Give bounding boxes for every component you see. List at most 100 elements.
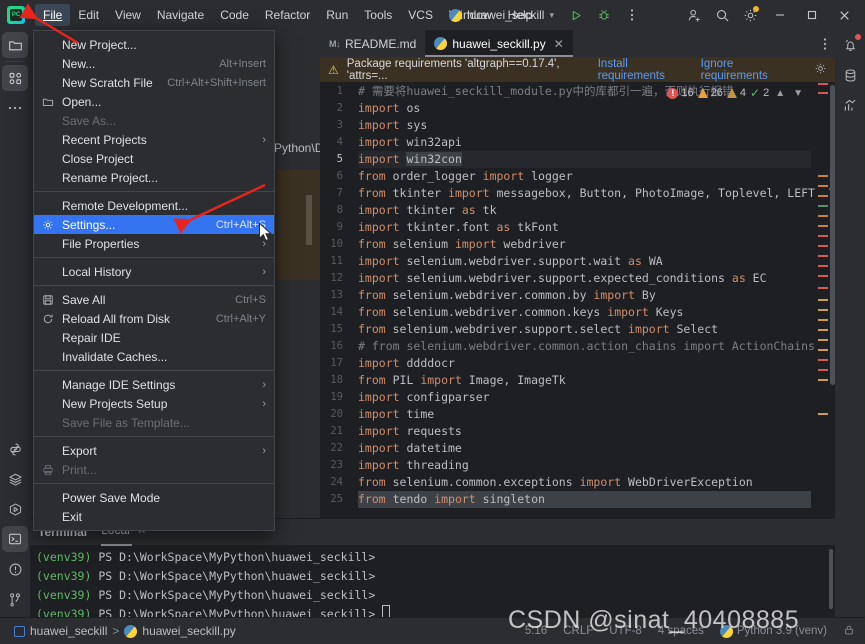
editor-tabs-more-icon[interactable] [815,30,835,57]
project-selector[interactable]: huawei_seckill ▾ [442,5,561,25]
menu-vcs[interactable]: VCS [400,4,441,26]
menu-file[interactable]: File [35,4,71,26]
sidebar-item-terminal[interactable] [2,526,28,552]
file-menu-item-rename-project[interactable]: Rename Project... [34,168,274,187]
maximize-icon[interactable] [797,0,827,30]
file-menu-item-remote-development[interactable]: Remote Development... [34,196,274,215]
problems-icon[interactable] [0,554,30,584]
error-stripe-mark[interactable] [818,92,828,94]
chevron-down-icon[interactable]: ▼ [791,88,805,99]
terminal-output[interactable]: (venv39) PS D:\WorkSpace\MyPython\huawei… [30,545,835,624]
file-menu-item-reload-all-from-disk[interactable]: Reload All from Disk Ctrl+Alt+Y [34,309,274,328]
file-menu-item-power-save-mode[interactable]: Power Save Mode [34,488,274,507]
menu-run[interactable]: Run [318,4,356,26]
error-stripe-mark[interactable] [818,379,828,381]
database-layers-icon[interactable] [0,464,30,494]
error-stripe-mark[interactable] [818,215,828,217]
error-stripe-mark[interactable] [818,413,828,415]
code-line[interactable]: import datetime [358,440,811,457]
code-line[interactable]: import win32api [358,134,811,151]
error-stripe-mark[interactable] [818,319,828,321]
file-menu-item-open[interactable]: Open... [34,92,274,111]
error-stripe-mark[interactable] [818,287,828,289]
tab-huawei-seckill-py[interactable]: huawei_seckill.py ✕ [425,30,574,57]
code-line[interactable]: import tkinter as tk [358,202,811,219]
search-icon[interactable] [709,2,735,28]
error-stripe-mark[interactable] [818,265,828,267]
code-line[interactable]: import threading [358,457,811,474]
error-stripe-mark[interactable] [818,225,828,227]
lock-icon[interactable] [843,624,855,639]
file-encoding[interactable]: UTF-8 [609,625,642,637]
error-stripe-mark[interactable] [818,205,828,207]
error-stripe-mark[interactable] [818,275,828,277]
error-stripe-mark[interactable] [818,195,828,197]
file-menu-item-new-project[interactable]: New Project... [34,35,274,54]
file-menu-item-export[interactable]: Export › [34,441,274,460]
error-stripe-mark[interactable] [818,255,828,257]
gear-icon[interactable] [737,2,763,28]
code-line[interactable]: from tendo import singleton [358,491,811,508]
version-control-icon[interactable] [0,584,30,614]
close-icon[interactable] [829,0,859,30]
error-stripe-mark[interactable] [818,185,828,187]
code-line[interactable]: import sys [358,117,811,134]
code-line[interactable]: from selenium.webdriver.common.by import… [358,287,811,304]
menu-navigate[interactable]: Navigate [149,4,212,26]
file-menu-item-exit[interactable]: Exit [34,507,274,526]
code-line[interactable]: import win32con [358,151,811,168]
code-line[interactable]: from selenium.webdriver.common.keys impo… [358,304,811,321]
menu-code[interactable]: Code [212,4,257,26]
more-tool-windows-icon[interactable] [0,93,30,123]
code-line[interactable]: import time [358,406,811,423]
error-stripe-mark[interactable] [818,359,828,361]
code-line[interactable]: import ddddocr [358,355,811,372]
error-stripe-markers[interactable] [817,83,829,519]
error-stripe-mark[interactable] [818,339,828,341]
sidebar-item-structure[interactable] [2,65,28,91]
more-vertical-icon[interactable] [619,2,645,28]
code-line[interactable]: from order_logger import logger [358,168,811,185]
gear-icon[interactable] [814,62,827,78]
file-menu-item-file-properties[interactable]: File Properties › [34,234,274,253]
notifications-icon[interactable] [835,30,865,60]
indent-setting[interactable]: 4 spaces [658,625,704,637]
error-stripe-mark[interactable] [818,329,828,331]
error-stripe-mark[interactable] [818,369,828,371]
interpreter-selector[interactable]: Python 3.9 (venv) [719,624,827,638]
error-stripe-mark[interactable] [818,309,828,311]
error-stripe-mark[interactable] [818,299,828,301]
inspection-widget[interactable]: ! 16 26 4 ✓ 2 ▲ ▼ [667,86,805,100]
code-editor[interactable]: ! 16 26 4 ✓ 2 ▲ ▼ 1 2 3 4 5 6 7 8 9 10 11 12 13 [320,83,835,519]
file-menu-item-new[interactable]: New... Alt+Insert [34,54,274,73]
code-line[interactable]: import tkinter.font as tkFont [358,219,811,236]
code-line[interactable]: from selenium import webdriver [358,236,811,253]
code-line[interactable]: import selenium.webdriver.support.expect… [358,270,811,287]
menu-tools[interactable]: Tools [356,4,400,26]
code-line[interactable]: import selenium.webdriver.support.wait a… [358,253,811,270]
code-line[interactable]: from selenium.common.exceptions import W… [358,474,811,491]
breadcrumb-project[interactable]: huawei_seckill [30,624,107,638]
code-line[interactable]: import requests [358,423,811,440]
ignore-requirements-link[interactable]: Ignore requirements [701,58,798,82]
install-requirements-link[interactable]: Install requirements [598,58,693,82]
line-separator[interactable]: CRLF [563,625,593,637]
file-menu-item-recent-projects[interactable]: Recent Projects › [34,130,274,149]
editor-scrollbar[interactable] [830,85,835,385]
code-line[interactable]: from tkinter import messagebox, Button, … [358,185,835,202]
error-stripe-mark[interactable] [818,175,828,177]
error-stripe-mark[interactable] [818,349,828,351]
error-stripe-mark[interactable] [818,245,828,247]
code-line[interactable]: from selenium.webdriver.support.select i… [358,321,811,338]
error-stripe-mark[interactable] [818,235,828,237]
caret-position[interactable]: 5:16 [525,625,547,637]
debug-icon[interactable] [591,2,617,28]
warning-count[interactable]: 26 [697,87,723,99]
file-menu-item-new-scratch-file[interactable]: New Scratch File Ctrl+Alt+Shift+Insert [34,73,274,92]
code-line[interactable]: import os [358,100,811,117]
file-menu-popup[interactable]: New Project... New... Alt+Insert New Scratc… [33,30,275,531]
python-packages-icon[interactable] [0,434,30,464]
chevron-up-icon[interactable]: ▲ [773,88,787,99]
code-line[interactable]: from PIL import Image, ImageTk [358,372,811,389]
file-menu-item-close-project[interactable]: Close Project [34,149,274,168]
